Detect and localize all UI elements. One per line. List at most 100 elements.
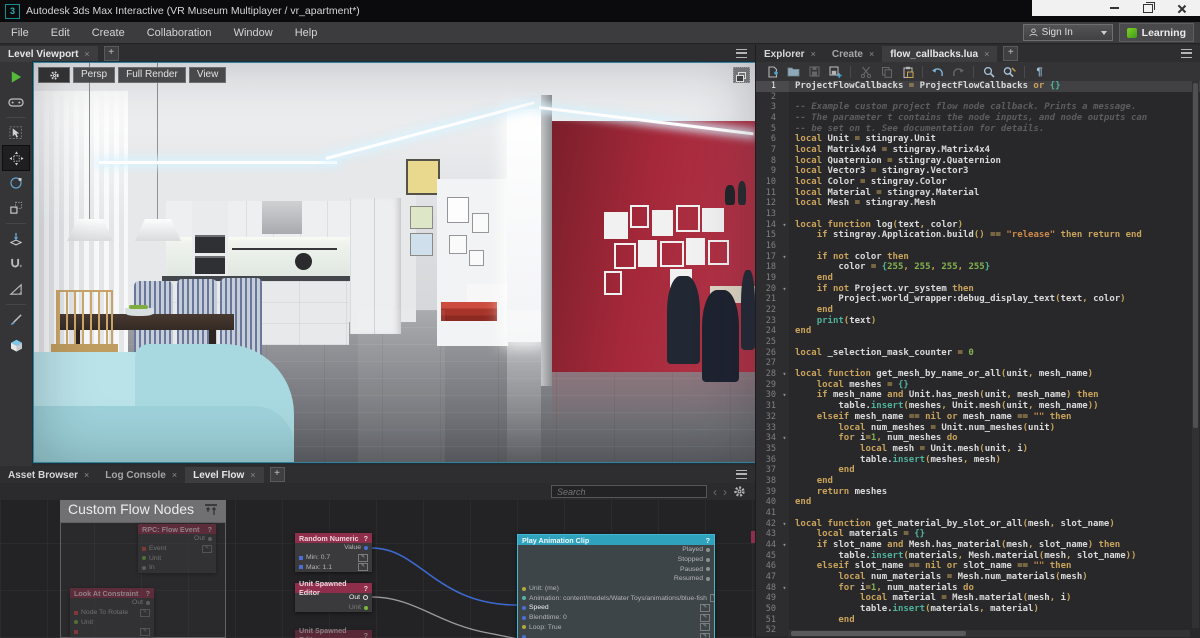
code-editor[interactable]: 1ProjectFlowCallbacks = ProjectFlowCallb… — [756, 81, 1200, 638]
tab-close-icon[interactable]: × — [984, 49, 989, 59]
node-port[interactable] — [364, 606, 368, 610]
node-port[interactable] — [74, 611, 78, 615]
node-port[interactable] — [299, 556, 303, 560]
node-port[interactable] — [522, 625, 526, 629]
flow-node-random-numeric[interactable]: Random Numeric?ValueMin: 0.7✎Max: 1.1✎ — [295, 533, 372, 572]
rotate-tool[interactable] — [3, 171, 29, 195]
paint-tool[interactable] — [3, 308, 29, 332]
tab-close-icon[interactable]: × — [84, 470, 89, 480]
view-menu-button[interactable]: View — [189, 67, 227, 83]
node-help-icon[interactable]: ? — [364, 534, 368, 543]
scrollbar-thumb[interactable] — [1193, 83, 1198, 428]
node-help-icon[interactable]: ? — [364, 584, 368, 593]
find-button[interactable] — [982, 65, 995, 78]
redo-button[interactable] — [952, 65, 965, 78]
panel-menu-icon[interactable] — [1181, 49, 1192, 58]
menu-create[interactable]: Create — [81, 27, 136, 39]
flow-node-rpc-flow-event[interactable]: RPC: Flow Event?OutEvent✎UnitIn — [138, 524, 216, 573]
menu-window[interactable]: Window — [223, 27, 284, 39]
play-button[interactable] — [3, 65, 29, 89]
flow-node-play-animation-clip[interactable]: Play Animation Clip?PlayedStoppedPausedR… — [517, 534, 715, 638]
menu-help[interactable]: Help — [284, 27, 329, 39]
tab-level-viewport[interactable]: Level Viewport × — [0, 46, 98, 62]
add-tab-button[interactable]: + — [270, 467, 285, 482]
node-port[interactable] — [364, 546, 368, 550]
flow-node-look-at-constraint[interactable]: Look At Constraint?OutNode To Rotate✎Uni… — [70, 588, 154, 637]
edit-value-icon[interactable]: ✎ — [710, 594, 714, 602]
edit-value-icon[interactable]: ✎ — [140, 609, 150, 617]
search-prev-icon[interactable]: ‹ — [713, 487, 717, 497]
node-help-icon[interactable]: ? — [208, 525, 212, 534]
edit-value-icon[interactable]: ✎ — [202, 545, 212, 553]
cut-button[interactable] — [859, 65, 872, 78]
menu-collaboration[interactable]: Collaboration — [136, 27, 223, 39]
close-icon[interactable] — [1177, 4, 1186, 13]
add-tab-button[interactable]: + — [1003, 46, 1018, 61]
node-port[interactable] — [74, 630, 78, 634]
tab-level-flow[interactable]: Level Flow × — [185, 467, 263, 483]
level-viewport[interactable]: Persp Full Render View — [33, 62, 756, 463]
node-port[interactable] — [142, 547, 146, 551]
collapse-tree-icon[interactable] — [204, 503, 218, 516]
tab-flow-callbacks-lua[interactable]: flow_callbacks.lua × — [882, 46, 997, 62]
tab-close-icon[interactable]: × — [172, 470, 177, 480]
move-tool[interactable] — [3, 146, 29, 170]
pane-divider[interactable] — [755, 45, 756, 638]
menu-edit[interactable]: Edit — [40, 27, 81, 39]
node-port[interactable] — [522, 606, 526, 610]
edit-value-icon[interactable]: ✎ — [140, 628, 150, 636]
node-port[interactable] — [522, 587, 526, 591]
node-port[interactable] — [146, 601, 150, 605]
camera-mode-button[interactable]: Persp — [73, 67, 115, 83]
custom-flow-nodes-title[interactable]: Custom Flow Nodes — [60, 500, 226, 522]
panel-menu-icon[interactable] — [736, 49, 747, 58]
viewport-render[interactable] — [34, 63, 755, 462]
node-port[interactable] — [706, 558, 710, 562]
node-port[interactable] — [522, 596, 526, 600]
save-button[interactable] — [808, 65, 821, 78]
node-port[interactable] — [522, 616, 526, 620]
restore-icon[interactable] — [1143, 4, 1153, 13]
drop-to-floor-tool[interactable] — [3, 227, 29, 251]
node-port[interactable] — [363, 595, 368, 600]
sign-in-button[interactable]: Sign In — [1023, 24, 1113, 41]
node-help-icon[interactable]: ? — [706, 536, 710, 545]
tab-close-icon[interactable]: × — [84, 49, 89, 59]
select-tool[interactable] — [3, 121, 29, 145]
node-port[interactable] — [142, 566, 146, 570]
test-level-button[interactable] — [3, 90, 29, 114]
scale-tool[interactable] — [3, 196, 29, 220]
tab-create[interactable]: Create × — [824, 46, 882, 62]
flow-node-unit-spawned-editor[interactable]: Unit Spawned Editor? — [295, 630, 372, 638]
search-input[interactable] — [551, 485, 707, 498]
node-help-icon[interactable]: ? — [146, 589, 150, 598]
minimize-icon[interactable] — [1110, 7, 1119, 9]
viewport-settings-button[interactable] — [38, 67, 70, 83]
node-help-icon[interactable]: ? — [364, 631, 368, 638]
node-port[interactable] — [706, 567, 710, 571]
code-hscrollbar[interactable] — [789, 630, 1190, 637]
whitespace-toggle-button[interactable]: ¶ — [1033, 65, 1046, 78]
save-as-button[interactable] — [829, 65, 842, 78]
find-replace-button[interactable] — [1003, 65, 1016, 78]
node-port[interactable] — [74, 620, 78, 624]
node-port[interactable] — [208, 537, 212, 541]
undo-button[interactable] — [931, 65, 944, 78]
tab-explorer[interactable]: Explorer × — [756, 46, 824, 62]
unit-tool[interactable] — [3, 333, 29, 357]
tab-close-icon[interactable]: × — [869, 49, 874, 59]
edit-value-icon[interactable]: ✎ — [358, 563, 368, 571]
tab-close-icon[interactable]: × — [811, 49, 816, 59]
node-port[interactable] — [706, 577, 710, 581]
edit-value-icon[interactable]: ✎ — [700, 633, 710, 638]
menu-file[interactable]: File — [0, 27, 40, 39]
edit-value-icon[interactable]: ✎ — [700, 623, 710, 631]
tab-close-icon[interactable]: × — [250, 470, 255, 480]
tab-log-console[interactable]: Log Console × — [97, 467, 185, 483]
learning-button[interactable]: Learning — [1119, 23, 1194, 42]
render-mode-button[interactable]: Full Render — [118, 67, 186, 83]
code-vscrollbar[interactable] — [1192, 81, 1199, 628]
node-port[interactable] — [142, 556, 146, 560]
open-script-button[interactable] — [787, 65, 800, 78]
viewport-maximize-button[interactable] — [733, 67, 750, 83]
